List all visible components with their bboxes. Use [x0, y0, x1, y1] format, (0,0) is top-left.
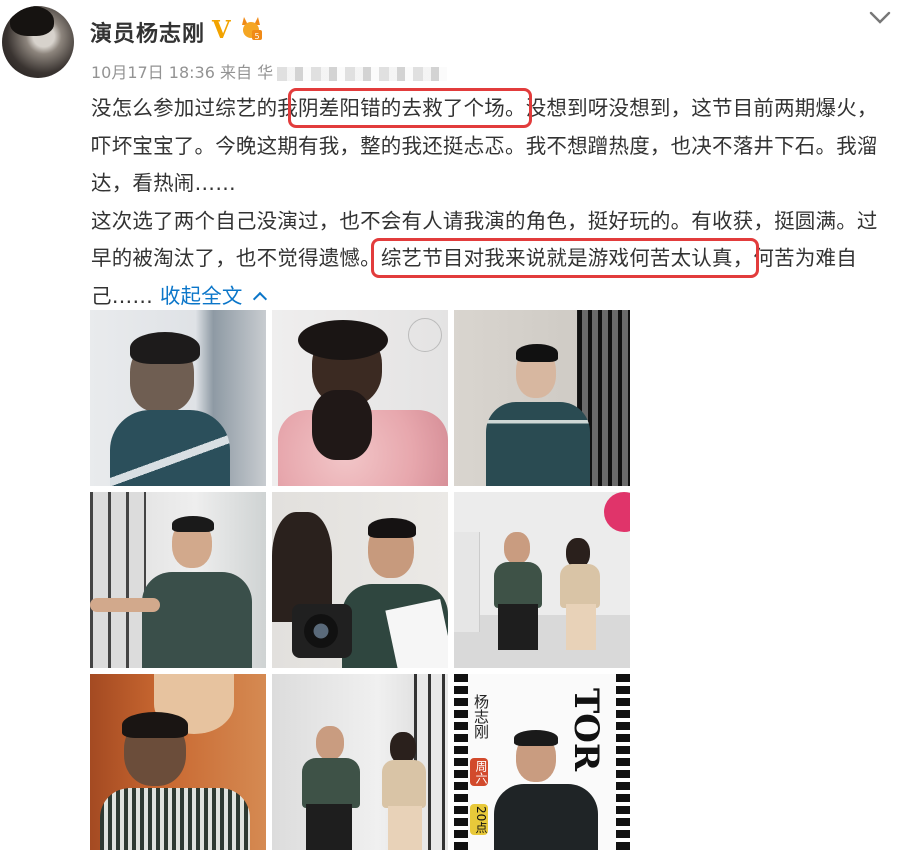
photo-6[interactable]: [454, 492, 630, 668]
photo-7[interactable]: [90, 674, 266, 850]
collapse-label: 收起全文: [159, 283, 243, 308]
paragraph-1: 没怎么参加过综艺的我阴差阳错的去救了个场。没想到呀没想到，这节目前两期爆火，吓坏…: [91, 90, 891, 203]
photo-5[interactable]: [272, 492, 448, 668]
avatar[interactable]: [2, 6, 74, 78]
photo-4[interactable]: [90, 492, 266, 668]
text-segment: 没怎么参加过综艺的我: [91, 96, 298, 120]
photo-grid: 杨志刚 TOR 周六 20点: [90, 310, 630, 850]
highlight-box: 阴差阳错的去救了个场。: [298, 96, 526, 120]
photo-1[interactable]: [90, 310, 266, 486]
medal-icon: 5: [242, 17, 262, 41]
vertical-name: 杨志刚: [472, 694, 490, 739]
post-source: 来自 华: [220, 63, 274, 82]
highlighted-text: 综艺节目对我来说就是游戏何苦太认真，: [380, 246, 754, 270]
day-badge: 周六: [470, 758, 488, 786]
time-badge: 20点: [470, 804, 488, 836]
photo-8[interactable]: [272, 674, 448, 850]
big-letters: TOR: [566, 688, 606, 772]
highlight-box: 综艺节目对我来说就是游戏何苦太认真，: [381, 246, 754, 270]
photo-9[interactable]: 杨志刚 TOR 周六 20点: [454, 674, 630, 850]
svg-text:5: 5: [254, 32, 259, 41]
chevron-down-icon[interactable]: [868, 8, 892, 28]
paragraph-2: 这次选了两个自己没演过，也不会有人请我演的角色，挺好玩的。有收获，挺圆满。过早的…: [91, 203, 891, 316]
photo-2[interactable]: [272, 310, 448, 486]
post-text: 没怎么参加过综艺的我阴差阳错的去救了个场。没想到呀没想到，这节目前两期爆火，吓坏…: [91, 90, 891, 315]
username[interactable]: 演员杨志刚: [90, 16, 205, 48]
chevron-up-icon: [252, 291, 267, 306]
blurred-source: [277, 66, 448, 81]
highlighted-text: 阴差阳错的去救了个场。: [298, 96, 526, 120]
post-meta: 10月17日 18:36 来自 华: [91, 59, 448, 83]
photo-3[interactable]: [454, 310, 630, 486]
post-time[interactable]: 10月17日 18:36: [91, 63, 215, 82]
collapse-link[interactable]: 收起全文: [159, 283, 267, 308]
verified-icon: V: [212, 15, 231, 44]
